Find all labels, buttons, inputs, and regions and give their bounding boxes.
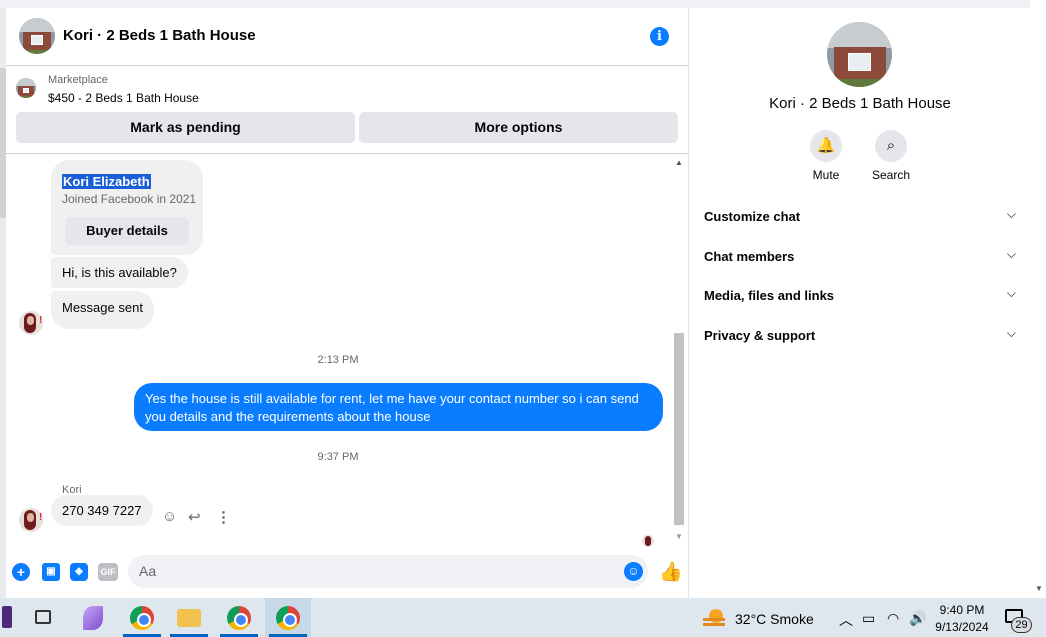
chevron-up-icon[interactable]: ︿: [839, 610, 853, 630]
photo-icon[interactable]: ▣: [42, 563, 60, 581]
task-view-button[interactable]: [20, 598, 66, 637]
panel-title: Kori · 2 Beds 1 Bath House: [769, 95, 951, 112]
start-button[interactable]: [0, 598, 14, 637]
buyer-card: Kori Elizabeth Joined Facebook in 2021 B…: [51, 160, 203, 255]
marketplace-label: Marketplace: [48, 74, 108, 86]
page-scroll-down-icon[interactable]: ▼: [1035, 584, 1043, 593]
message-bubble[interactable]: Message sent: [51, 291, 154, 329]
sticker-icon[interactable]: ◈: [70, 563, 88, 581]
taskbar-app-chrome[interactable]: [119, 598, 165, 637]
listing-title[interactable]: $450 - 2 Beds 1 Bath House: [48, 91, 199, 105]
plus-icon[interactable]: +: [12, 563, 30, 581]
message-input[interactable]: Aa: [128, 555, 648, 588]
task-view-icon: [35, 610, 51, 624]
search-label: Search: [871, 168, 911, 182]
unread-indicator-icon: !: [39, 315, 43, 326]
section-label: Customize chat: [704, 209, 801, 224]
taskbar-app-feather[interactable]: [70, 598, 116, 637]
buyer-joined: Joined Facebook in 2021: [62, 192, 197, 206]
page-scrollbar[interactable]: ▼: [1031, 0, 1046, 598]
bell-icon[interactable]: 🔔: [810, 130, 842, 162]
react-icon[interactable]: ☺: [162, 508, 177, 525]
more-actions-icon[interactable]: ⋮: [216, 508, 231, 526]
battery-icon[interactable]: ▭: [862, 610, 875, 627]
buyer-details-button[interactable]: Buyer details: [65, 217, 189, 245]
chrome-icon: [276, 606, 300, 630]
reply-icon[interactable]: ↩: [188, 508, 201, 526]
window-top-edge: [0, 0, 1030, 8]
message-bubble[interactable]: 270 349 7227: [51, 495, 153, 526]
message-bubble[interactable]: Hi, is this available?: [51, 257, 188, 288]
notification-count-badge: 29: [1011, 617, 1032, 633]
mute-label: Mute: [812, 168, 840, 182]
listing-avatar[interactable]: [19, 18, 55, 54]
chevron-down-icon: ⌵: [1006, 326, 1016, 340]
taskbar-app-chrome-active[interactable]: [265, 598, 311, 637]
section-media-files-links[interactable]: Media, files and links ⌵: [704, 285, 1016, 309]
section-label: Chat members: [704, 249, 795, 264]
message-scrollbar-thumb[interactable]: [674, 333, 684, 525]
mark-as-pending-button[interactable]: Mark as pending: [16, 112, 355, 143]
chrome-icon: [227, 606, 251, 630]
taskbar-app-chrome[interactable]: [216, 598, 262, 637]
gif-icon[interactable]: GIF: [98, 563, 118, 581]
weather-icon[interactable]: [703, 609, 725, 627]
feather-icon: [83, 606, 103, 630]
mute-button[interactable]: 🔔 Mute: [796, 130, 856, 182]
chevron-down-icon: ⌵: [1006, 207, 1016, 221]
chrome-icon: [130, 606, 154, 630]
message-list[interactable]: Kori Elizabeth Joined Facebook in 2021 B…: [6, 155, 689, 548]
search-icon[interactable]: ⌕: [875, 130, 907, 162]
section-chat-members[interactable]: Chat members ⌵: [704, 246, 1016, 270]
clock-date[interactable]: 9/13/2024: [930, 620, 994, 634]
weather-text[interactable]: 32°C Smoke: [735, 611, 814, 627]
listing-thumbnail[interactable]: [16, 78, 36, 98]
section-customize-chat[interactable]: Customize chat ⌵: [704, 206, 1016, 230]
volume-icon[interactable]: 🔊: [909, 610, 926, 627]
section-privacy-support[interactable]: Privacy & support ⌵: [704, 325, 1016, 349]
chat-header: Kori · 2 Beds 1 Bath House i: [6, 8, 689, 66]
message-timestamp: 9:37 PM: [317, 451, 359, 463]
clock-time[interactable]: 9:40 PM: [930, 603, 994, 617]
wifi-icon[interactable]: ◠: [887, 610, 899, 627]
thumbs-up-icon[interactable]: 👍: [659, 560, 683, 584]
seen-avatar: [642, 535, 654, 547]
composer: + ▣ ◈ GIF Aa ☺ 👍: [6, 548, 689, 598]
folder-icon: [177, 609, 201, 627]
marketplace-bar: Marketplace $450 - 2 Beds 1 Bath House M…: [6, 66, 689, 154]
emoji-icon[interactable]: ☺: [624, 562, 643, 581]
chevron-down-icon: ⌵: [1006, 286, 1016, 300]
more-options-button[interactable]: More options: [359, 112, 678, 143]
info-icon[interactable]: i: [650, 27, 669, 46]
scroll-up-icon[interactable]: ▲: [675, 158, 683, 167]
chat-title[interactable]: Kori · 2 Beds 1 Bath House: [63, 27, 256, 44]
unread-indicator-icon: !: [39, 512, 43, 523]
section-label: Media, files and links: [704, 288, 835, 303]
panel-avatar[interactable]: [827, 22, 892, 87]
chat-column: Kori · 2 Beds 1 Bath House i Marketplace…: [6, 8, 689, 598]
search-button[interactable]: ⌕ Search: [861, 130, 921, 182]
taskbar-app-file-explorer[interactable]: [166, 598, 212, 637]
scroll-down-icon[interactable]: ▼: [675, 532, 683, 541]
section-label: Privacy & support: [704, 328, 816, 343]
conversation-info-panel: Kori · 2 Beds 1 Bath House 🔔 Mute ⌕ Sear…: [690, 8, 1030, 598]
message-bubble-outgoing[interactable]: Yes the house is still available for ren…: [134, 383, 663, 431]
buyer-name[interactable]: Kori Elizabeth: [62, 174, 151, 189]
chevron-down-icon: ⌵: [1006, 247, 1016, 261]
start-icon: [2, 606, 12, 628]
message-timestamp: 2:13 PM: [317, 354, 359, 366]
